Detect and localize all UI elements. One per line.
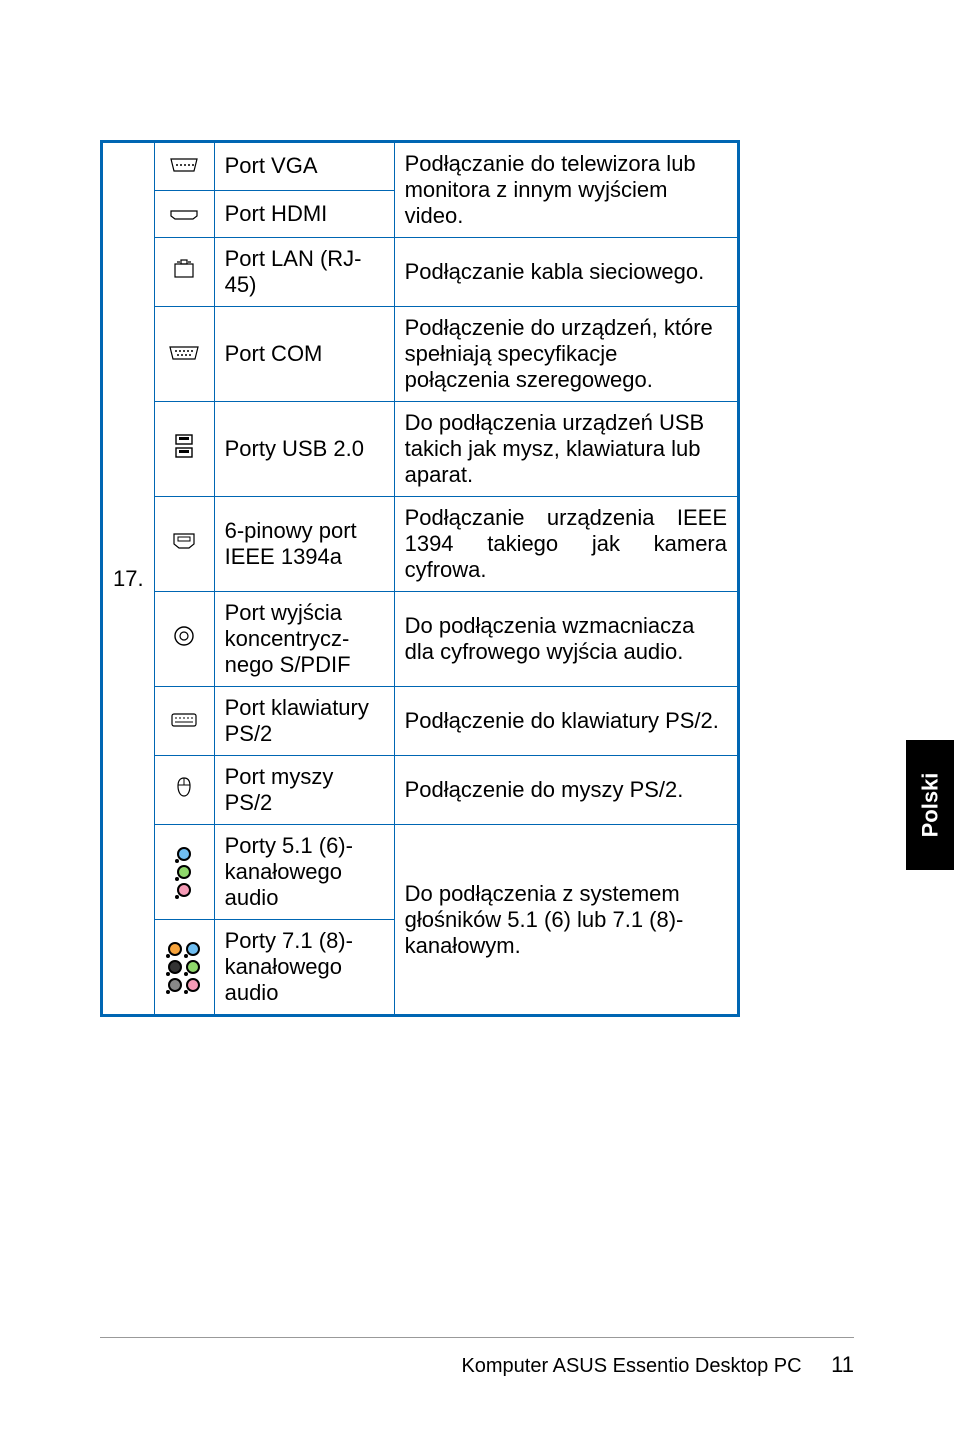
port-desc: Podłączanie kabla sieciowego. <box>394 238 738 307</box>
footer-rule <box>100 1337 854 1338</box>
ports-table: 17. Port VGA Podłączanie do telewizora l… <box>100 140 740 1017</box>
page-number: 11 <box>831 1352 854 1377</box>
port-desc: Podłączanie urządzenia IEEE 1394 takiego… <box>394 497 738 592</box>
table-row: Port COM Podłączenie do urządzeń, które … <box>102 307 739 402</box>
row-number: 17. <box>102 142 155 1016</box>
table-row: Port wyjścia koncentrycz­nego S/PDIF Do … <box>102 592 739 687</box>
table-row: 6-pinowy port IEEE 1394a Podłączanie urz… <box>102 497 739 592</box>
footer-title: Komputer ASUS Essentio Desktop PC <box>461 1355 801 1378</box>
language-tab: Polski <box>906 740 954 870</box>
port-desc: Do podłączenia wzmacniacza dla cyfrowego… <box>394 592 738 687</box>
table-row: Port LAN (RJ-45) Podłączanie kabla sieci… <box>102 238 739 307</box>
port-desc: Do podłączenia z systemem głośników 5.1 … <box>394 825 738 1016</box>
language-label: Polski <box>917 773 943 838</box>
port-name: Port HDMI <box>214 190 394 237</box>
lan-icon <box>154 238 214 307</box>
port-name: Port LAN (RJ-45) <box>214 238 394 307</box>
audio-51-icon <box>154 825 214 920</box>
port-name: Port VGA <box>214 142 394 191</box>
audio-71-icon <box>154 920 214 1016</box>
table-row: Porty USB 2.0 Do podłączenia urządzeń US… <box>102 402 739 497</box>
port-desc: Podłączenie do urządzeń, które spełniają… <box>394 307 738 402</box>
table-row: 17. Port VGA Podłączanie do telewizora l… <box>102 142 739 191</box>
com-icon <box>154 307 214 402</box>
port-name: Port klawia­tury PS/2 <box>214 687 394 756</box>
port-desc: Do podłączenia urządzeń USB takich jak m… <box>394 402 738 497</box>
spdif-icon <box>154 592 214 687</box>
vga-icon <box>154 142 214 191</box>
ps2-keyboard-icon <box>154 687 214 756</box>
hdmi-icon <box>154 190 214 237</box>
port-name: Port COM <box>214 307 394 402</box>
ieee1394-icon <box>154 497 214 592</box>
port-name: 6-pinowy port IEEE 1394a <box>214 497 394 592</box>
table-row: Port myszy PS/2 Podłączenie do myszy PS/… <box>102 756 739 825</box>
port-name: Porty USB 2.0 <box>214 402 394 497</box>
footer: Komputer ASUS Essentio Desktop PC 11 <box>461 1352 854 1378</box>
port-desc: Podłączenie do myszy PS/2. <box>394 756 738 825</box>
port-name: Porty 5.1 (6)-kanałowego audio <box>214 825 394 920</box>
port-name: Porty 7.1 (8)-kanałowego audio <box>214 920 394 1016</box>
port-desc: Podłączenie do klawiatury PS/2. <box>394 687 738 756</box>
table-row: Port klawia­tury PS/2 Podłączenie do kla… <box>102 687 739 756</box>
ps2-mouse-icon <box>154 756 214 825</box>
usb-icon <box>154 402 214 497</box>
port-desc: Podłączanie do telewizora lub monitora z… <box>394 142 738 238</box>
table-row: Porty 5.1 (6)-kanałowego audio Do podłąc… <box>102 825 739 920</box>
port-name: Port wyjścia koncentrycz­nego S/PDIF <box>214 592 394 687</box>
port-name: Port myszy PS/2 <box>214 756 394 825</box>
